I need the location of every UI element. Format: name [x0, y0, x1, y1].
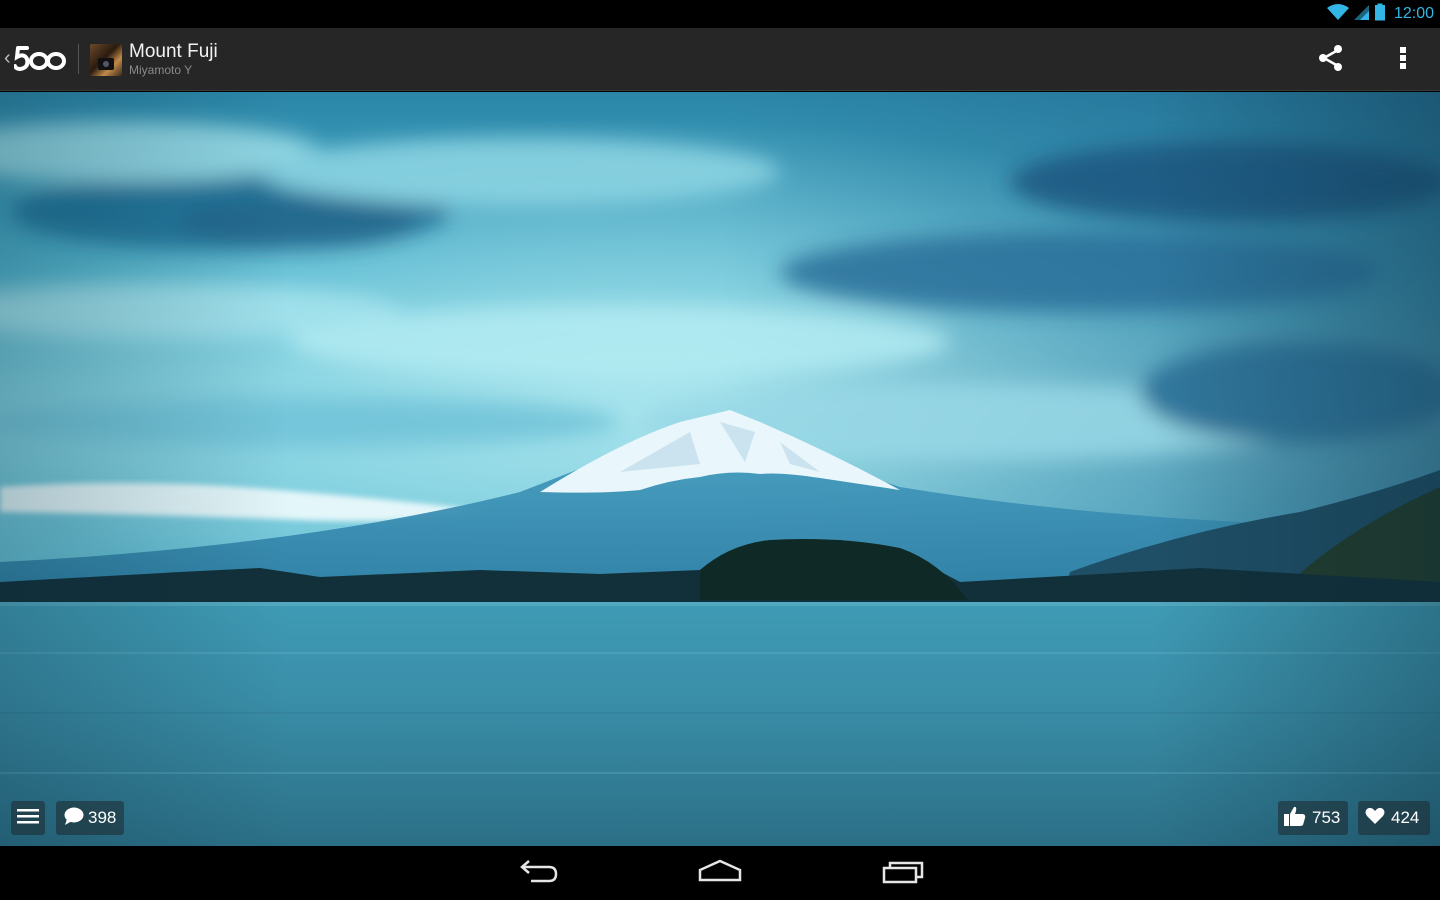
comment-icon	[64, 807, 84, 830]
likes-button[interactable]: 753	[1278, 801, 1348, 835]
recent-apps-icon	[882, 858, 924, 889]
photo-title: Mount Fuji	[129, 41, 218, 62]
overflow-menu-icon	[1399, 44, 1407, 77]
heart-icon	[1365, 807, 1385, 830]
status-time: 12:00	[1393, 5, 1434, 22]
favorites-button[interactable]: 424	[1358, 801, 1430, 835]
nav-recents-button[interactable]	[873, 856, 933, 890]
status-icons: 12:00	[1326, 0, 1434, 28]
comments-button[interactable]: 398	[56, 801, 124, 835]
menu-button[interactable]	[11, 801, 45, 835]
nav-back-button[interactable]	[509, 856, 569, 890]
comments-count: 398	[88, 808, 117, 827]
home-icon	[698, 858, 742, 889]
app-logo[interactable]	[13, 42, 70, 76]
navigation-bar	[0, 846, 1440, 900]
signal-icon	[1353, 3, 1370, 26]
back-icon	[519, 858, 559, 889]
action-bar: ‹ Mount Fuji Miyamoto Y	[0, 28, 1440, 91]
back-chevron-icon[interactable]: ‹	[4, 48, 11, 68]
status-bar: 12:00	[0, 0, 1440, 28]
mountain-lake-photo[interactable]	[0, 92, 1440, 846]
action-bar-divider	[78, 44, 79, 74]
avatar[interactable]	[90, 44, 122, 76]
battery-icon	[1374, 3, 1386, 26]
share-icon	[1317, 44, 1345, 77]
title-block[interactable]: Mount Fuji Miyamoto Y	[129, 41, 218, 77]
share-button[interactable]	[1312, 44, 1350, 76]
thumbs-up-icon	[1284, 806, 1306, 831]
likes-count: 753	[1312, 808, 1341, 827]
nav-home-button[interactable]	[690, 856, 750, 890]
menu-icon	[17, 807, 39, 830]
favorites-count: 424	[1391, 808, 1420, 827]
photo-author: Miyamoto Y	[129, 63, 193, 77]
wifi-icon	[1326, 3, 1350, 26]
overflow-menu-button[interactable]	[1390, 44, 1416, 76]
